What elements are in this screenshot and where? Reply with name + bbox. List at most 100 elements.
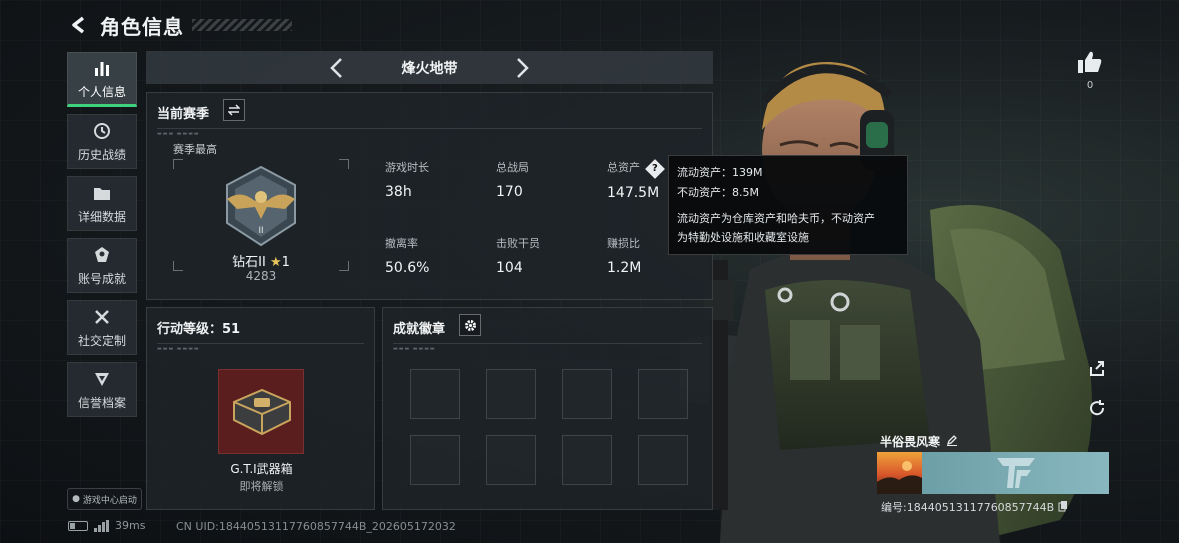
nav-label: 历史战绩 — [77, 148, 126, 162]
title-decoration — [192, 19, 292, 31]
badge-slot[interactable] — [562, 435, 612, 485]
rank-points: 4283 — [245, 269, 277, 283]
chevron-left-icon — [330, 57, 342, 78]
stat-label: 总资产 ? — [607, 159, 665, 179]
nav-label: 社交定制 — [77, 334, 126, 348]
map-name: 烽火地带 — [401, 60, 458, 77]
player-name-row: 半俗畏风寒 — [880, 433, 958, 450]
star-icon: ★ — [269, 255, 282, 270]
stat-total-assets: 总资产 ? 147.5M — [607, 159, 665, 201]
frame-corner — [173, 159, 183, 169]
reward-status: 即将解锁 — [239, 480, 284, 493]
decor-text: ▬▬▬ ▬▬▬▬ — [393, 346, 436, 352]
badges-title: 成就徽章 — [393, 322, 446, 337]
back-arrow-icon — [72, 16, 85, 34]
tooltip-desc-line: 流动资产为仓库资产和哈夫币，不动资产 — [677, 212, 875, 225]
share-button[interactable] — [1086, 357, 1108, 379]
rank-name: 钻石II — [232, 255, 266, 270]
stat-value: 38h — [385, 184, 412, 200]
map-next-button[interactable] — [511, 56, 535, 80]
stat-operators-defeated: 击败干员 104 — [496, 235, 540, 276]
header: 角色信息 — [66, 10, 292, 40]
rank-emblem-numeral: II — [258, 225, 263, 235]
stat-play-time: 游戏时长 38h — [385, 159, 429, 200]
copy-icon[interactable] — [1058, 500, 1068, 515]
season-panel: 当前赛季 ▬▬▬ ▬▬▬▬ 赛季最高 II 钻石II ★1 4283 游戏时长 … — [146, 92, 713, 300]
player-avatar — [877, 452, 922, 494]
clock-icon — [93, 120, 111, 142]
stat-value: 170 — [496, 184, 523, 200]
stat-value: 147.5M — [607, 185, 660, 201]
badge-slot[interactable] — [486, 369, 536, 419]
nav-item-achievements[interactable]: 账号成就 — [67, 238, 137, 293]
stat-profit-loss: 赚损比 1.2M — [607, 235, 641, 276]
stat-label-text: 总资产 — [607, 161, 640, 174]
season-best-label: 赛季最高 — [173, 143, 217, 156]
stat-total-matches: 总战局 170 — [496, 159, 529, 200]
folder-icon — [93, 182, 111, 204]
nav-label: 个人信息 — [77, 85, 126, 99]
rank-emblem-diamond-icon: II — [226, 165, 296, 247]
nav-item-reputation[interactable]: 信誉档案 — [67, 362, 137, 417]
nav-item-personal-info[interactable]: 个人信息 — [67, 52, 137, 107]
badges-panel: 成就徽章 ▬▬▬ ▬▬▬▬ — [382, 307, 713, 510]
badges-settings-button[interactable] — [459, 314, 481, 336]
badge-slot[interactable] — [410, 435, 460, 485]
fixed-assets-line: 不动资产：8.5M — [677, 186, 759, 199]
game-center-launch-chip[interactable]: ● 游戏中心启动 — [67, 488, 142, 510]
nav-item-history[interactable]: 历史战绩 — [67, 114, 137, 169]
tooltip-description: 流动资产为仓库资产和哈夫币，不动资产 为特勤处设施和收藏室设施 — [677, 209, 899, 247]
edit-icon[interactable] — [946, 434, 958, 449]
player-name: 半俗畏风寒 — [880, 435, 941, 449]
badge-slot[interactable] — [638, 435, 688, 485]
nav-label: 详细数据 — [77, 210, 126, 224]
action-level-title: 行动等级：51 — [157, 322, 241, 337]
shield-icon — [93, 368, 111, 390]
nav-item-social-custom[interactable]: 社交定制 — [67, 300, 137, 355]
decor-text: ▬▬▬ ▬▬▬▬ — [157, 346, 200, 352]
season-switch-button[interactable] — [223, 99, 245, 121]
frame-corner — [339, 159, 349, 169]
page-title: 角色信息 — [100, 14, 184, 39]
rank-stars: 1 — [281, 255, 290, 270]
refresh-button[interactable] — [1086, 397, 1108, 419]
reward-item-card[interactable] — [218, 369, 304, 454]
badge-slot[interactable] — [562, 369, 612, 419]
stat-extraction-rate: 撤离率 50.6% — [385, 235, 429, 276]
stat-label: 击败干员 — [496, 237, 540, 250]
tooltip-desc-line: 为特勤处设施和收藏室设施 — [677, 231, 809, 244]
player-card[interactable] — [877, 452, 1109, 494]
rank-name-row: 钻石II ★1 — [221, 251, 301, 270]
map-selector: 烽火地带 — [146, 51, 713, 84]
stat-value: 50.6% — [385, 260, 430, 276]
nav-label: 信誉档案 — [77, 396, 126, 410]
achievement-icon — [93, 244, 111, 266]
liquid-assets-line: 流动资产：139M — [677, 166, 763, 179]
divider — [157, 343, 364, 344]
stat-label: 撤离率 — [385, 237, 418, 250]
share-icon — [1090, 361, 1104, 376]
nav-label: 账号成就 — [77, 272, 126, 286]
weapon-case-icon — [233, 388, 291, 435]
badge-slot[interactable] — [638, 369, 688, 419]
season-title: 当前赛季 — [157, 107, 210, 122]
thumbs-up-icon — [1078, 51, 1102, 73]
back-button[interactable] — [66, 12, 92, 38]
nav-item-detailed-data[interactable]: 详细数据 — [67, 176, 137, 231]
stat-value: 1.2M — [607, 260, 642, 276]
stat-label: 总战局 — [496, 161, 529, 174]
reward-name: G.T.I武器箱 — [230, 462, 293, 476]
gear-icon — [464, 319, 476, 331]
launch-chip-label: 游戏中心启动 — [82, 495, 137, 506]
badge-slot[interactable] — [486, 435, 536, 485]
side-navigation: 个人信息 历史战绩 详细数据 账号成就 社交定制 信誉档案 — [67, 52, 137, 424]
player-id: 编号:18440513117760857744B — [881, 501, 1055, 514]
tools-icon — [93, 306, 111, 328]
player-id-row: 编号:18440513117760857744B — [881, 499, 1068, 515]
badge-slot[interactable] — [410, 369, 460, 419]
frame-corner — [339, 261, 349, 271]
help-icon[interactable]: ? — [644, 159, 665, 179]
bell-icon: ● — [72, 494, 80, 504]
map-prev-button[interactable] — [324, 56, 348, 80]
like-button[interactable]: 0 — [1075, 50, 1105, 91]
